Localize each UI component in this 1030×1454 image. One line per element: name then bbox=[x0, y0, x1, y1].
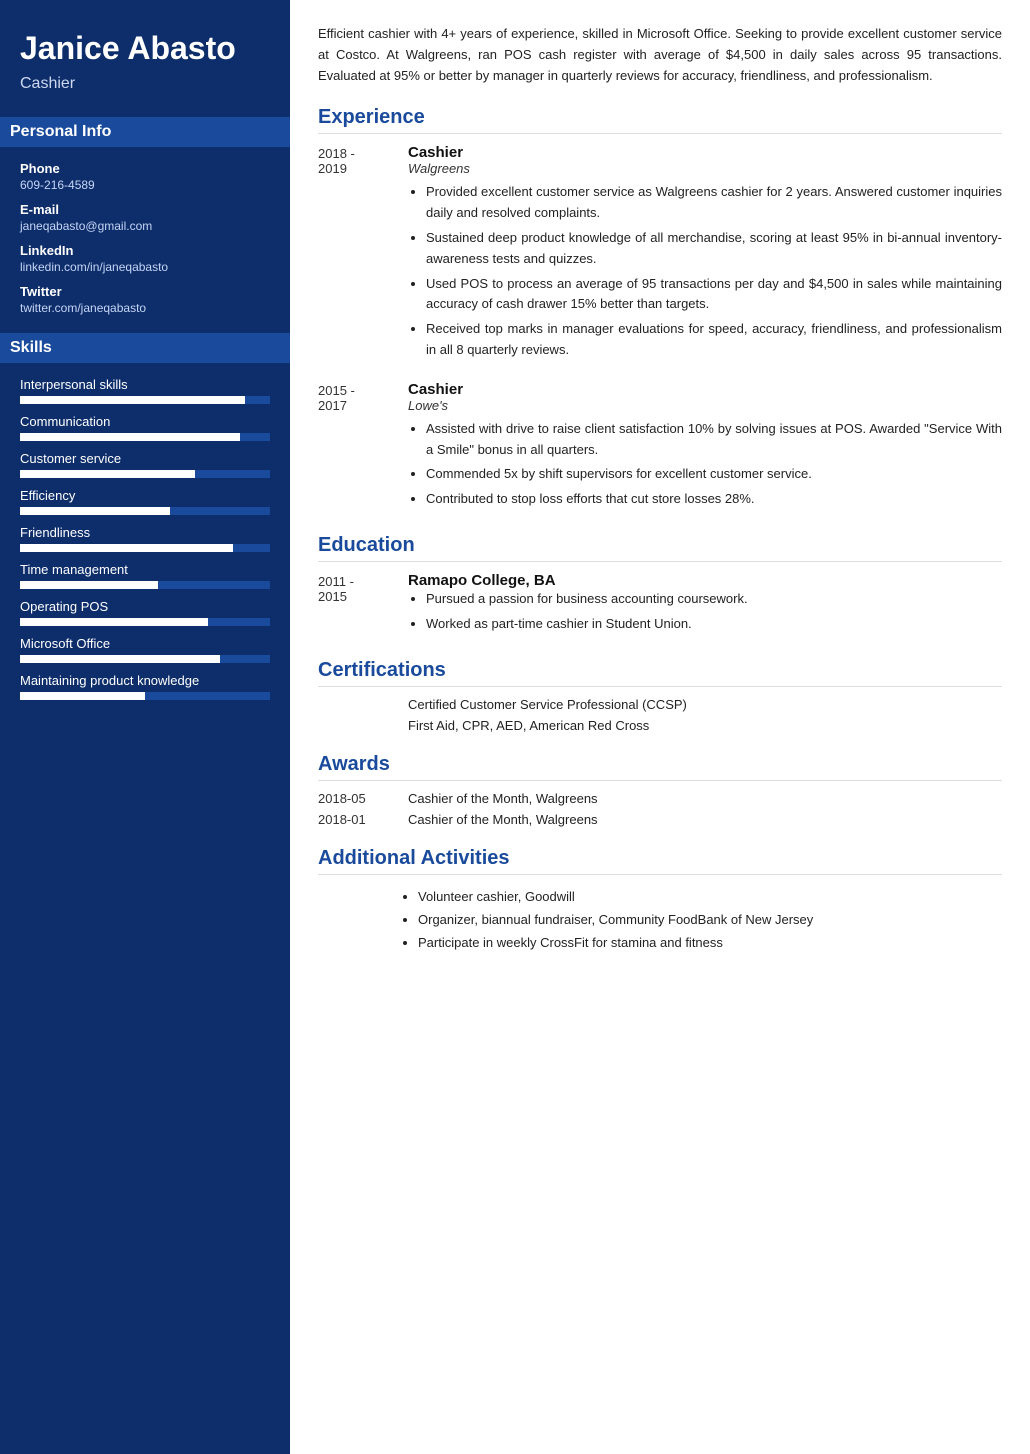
phone-value: 609-216-4589 bbox=[20, 178, 270, 192]
cert-item: First Aid, CPR, AED, American Red Cross bbox=[318, 718, 1002, 733]
skill-label: Communication bbox=[20, 414, 270, 429]
lowes-content: Cashier Lowe's Assisted with drive to ra… bbox=[408, 381, 1002, 514]
walgreens-company: Walgreens bbox=[408, 161, 1002, 176]
certifications-header: Certifications bbox=[318, 659, 1002, 687]
twitter-value: twitter.com/janeqabasto bbox=[20, 301, 270, 315]
lowes-bullets: Assisted with drive to raise client sati… bbox=[408, 419, 1002, 510]
award-date: 2018-01 bbox=[318, 812, 408, 827]
ramapo-content: Ramapo College, BA Pursued a passion for… bbox=[408, 572, 1002, 639]
linkedin-label: LinkedIn bbox=[20, 243, 270, 258]
list-item: Volunteer cashier, Goodwill bbox=[418, 885, 1002, 908]
skill-bar-bg bbox=[20, 655, 270, 663]
sidebar: Janice Abasto Cashier Personal Info Phon… bbox=[0, 0, 290, 1454]
list-item: Assisted with drive to raise client sati… bbox=[426, 419, 1002, 461]
list-item: Contributed to stop loss efforts that cu… bbox=[426, 489, 1002, 510]
experience-entry-walgreens: 2018 - 2019 Cashier Walgreens Provided e… bbox=[318, 144, 1002, 364]
award-text: Cashier of the Month, Walgreens bbox=[408, 812, 598, 827]
skill-bar-bg bbox=[20, 433, 270, 441]
list-item: Pursued a passion for business accountin… bbox=[426, 589, 1002, 610]
skill-label: Microsoft Office bbox=[20, 636, 270, 651]
award-entry: 2018-01 Cashier of the Month, Walgreens bbox=[318, 812, 1002, 827]
list-item: Participate in weekly CrossFit for stami… bbox=[418, 931, 1002, 954]
main-content: Efficient cashier with 4+ years of exper… bbox=[290, 0, 1030, 1454]
skill-bar-fill bbox=[20, 618, 208, 626]
experience-section: Experience 2018 - 2019 Cashier Walgreens… bbox=[318, 106, 1002, 514]
certifications-section: Certifications Certified Customer Servic… bbox=[318, 659, 1002, 733]
skill-label: Maintaining product knowledge bbox=[20, 673, 270, 688]
skill-label: Time management bbox=[20, 562, 270, 577]
cert-item: Certified Customer Service Professional … bbox=[318, 697, 1002, 712]
skill-bar-fill bbox=[20, 655, 220, 663]
award-date: 2018-05 bbox=[318, 791, 408, 806]
skill-bar-bg bbox=[20, 396, 270, 404]
personal-info-header: Personal Info bbox=[0, 117, 290, 147]
activities-section: Additional Activities Volunteer cashier,… bbox=[318, 847, 1002, 955]
award-text: Cashier of the Month, Walgreens bbox=[408, 791, 598, 806]
linkedin-value: linkedin.com/in/janeqabasto bbox=[20, 260, 270, 274]
education-header: Education bbox=[318, 534, 1002, 562]
skill-label: Customer service bbox=[20, 451, 270, 466]
skill-label: Friendliness bbox=[20, 525, 270, 540]
ramapo-dates: 2011 - 2015 bbox=[318, 572, 408, 639]
awards-section: Awards 2018-05 Cashier of the Month, Wal… bbox=[318, 753, 1002, 827]
activities-list: Volunteer cashier, Goodwill Organizer, b… bbox=[318, 885, 1002, 955]
education-entry-ramapo: 2011 - 2015 Ramapo College, BA Pursued a… bbox=[318, 572, 1002, 639]
walgreens-job-title: Cashier bbox=[408, 144, 1002, 161]
skill-bar-fill bbox=[20, 507, 170, 515]
awards-header: Awards bbox=[318, 753, 1002, 781]
experience-entry-lowes: 2015 - 2017 Cashier Lowe's Assisted with… bbox=[318, 381, 1002, 514]
skill-bar-fill bbox=[20, 544, 233, 552]
skill-label: Operating POS bbox=[20, 599, 270, 614]
skill-bar-bg bbox=[20, 581, 270, 589]
walgreens-dates: 2018 - 2019 bbox=[318, 144, 408, 364]
skill-bar-bg bbox=[20, 470, 270, 478]
skill-bar-bg bbox=[20, 507, 270, 515]
ramapo-bullets: Pursued a passion for business accountin… bbox=[408, 589, 1002, 635]
walgreens-content: Cashier Walgreens Provided excellent cus… bbox=[408, 144, 1002, 364]
skills-header: Skills bbox=[0, 333, 290, 363]
skill-bar-fill bbox=[20, 581, 158, 589]
ramapo-school: Ramapo College, BA bbox=[408, 572, 1002, 589]
list-item: Received top marks in manager evaluation… bbox=[426, 319, 1002, 361]
twitter-label: Twitter bbox=[20, 284, 270, 299]
skill-bar-fill bbox=[20, 470, 195, 478]
list-item: Organizer, biannual fundraiser, Communit… bbox=[418, 908, 1002, 931]
education-section: Education 2011 - 2015 Ramapo College, BA… bbox=[318, 534, 1002, 639]
lowes-company: Lowe's bbox=[408, 398, 1002, 413]
award-entry: 2018-05 Cashier of the Month, Walgreens bbox=[318, 791, 1002, 806]
list-item: Worked as part-time cashier in Student U… bbox=[426, 614, 1002, 635]
activities-header: Additional Activities bbox=[318, 847, 1002, 875]
candidate-name: Janice Abasto bbox=[20, 30, 270, 67]
personal-info-fields: Phone 609-216-4589 E-mail janeqabasto@gm… bbox=[20, 161, 270, 315]
lowes-job-title: Cashier bbox=[408, 381, 1002, 398]
skill-bar-fill bbox=[20, 433, 240, 441]
list-item: Provided excellent customer service as W… bbox=[426, 182, 1002, 224]
email-label: E-mail bbox=[20, 202, 270, 217]
list-item: Sustained deep product knowledge of all … bbox=[426, 228, 1002, 270]
skills-list: Interpersonal skills Communication Custome… bbox=[20, 377, 270, 700]
skill-bar-fill bbox=[20, 396, 245, 404]
summary: Efficient cashier with 4+ years of exper… bbox=[318, 24, 1002, 86]
skill-bar-fill bbox=[20, 692, 145, 700]
experience-header: Experience bbox=[318, 106, 1002, 134]
list-item: Commended 5x by shift supervisors for ex… bbox=[426, 464, 1002, 485]
lowes-dates: 2015 - 2017 bbox=[318, 381, 408, 514]
skill-label: Interpersonal skills bbox=[20, 377, 270, 392]
skill-bar-bg bbox=[20, 618, 270, 626]
skill-bar-bg bbox=[20, 544, 270, 552]
skill-bar-bg bbox=[20, 692, 270, 700]
phone-label: Phone bbox=[20, 161, 270, 176]
list-item: Used POS to process an average of 95 tra… bbox=[426, 274, 1002, 316]
walgreens-bullets: Provided excellent customer service as W… bbox=[408, 182, 1002, 360]
email-value: janeqabasto@gmail.com bbox=[20, 219, 270, 233]
candidate-title: Cashier bbox=[20, 75, 270, 93]
skill-label: Efficiency bbox=[20, 488, 270, 503]
